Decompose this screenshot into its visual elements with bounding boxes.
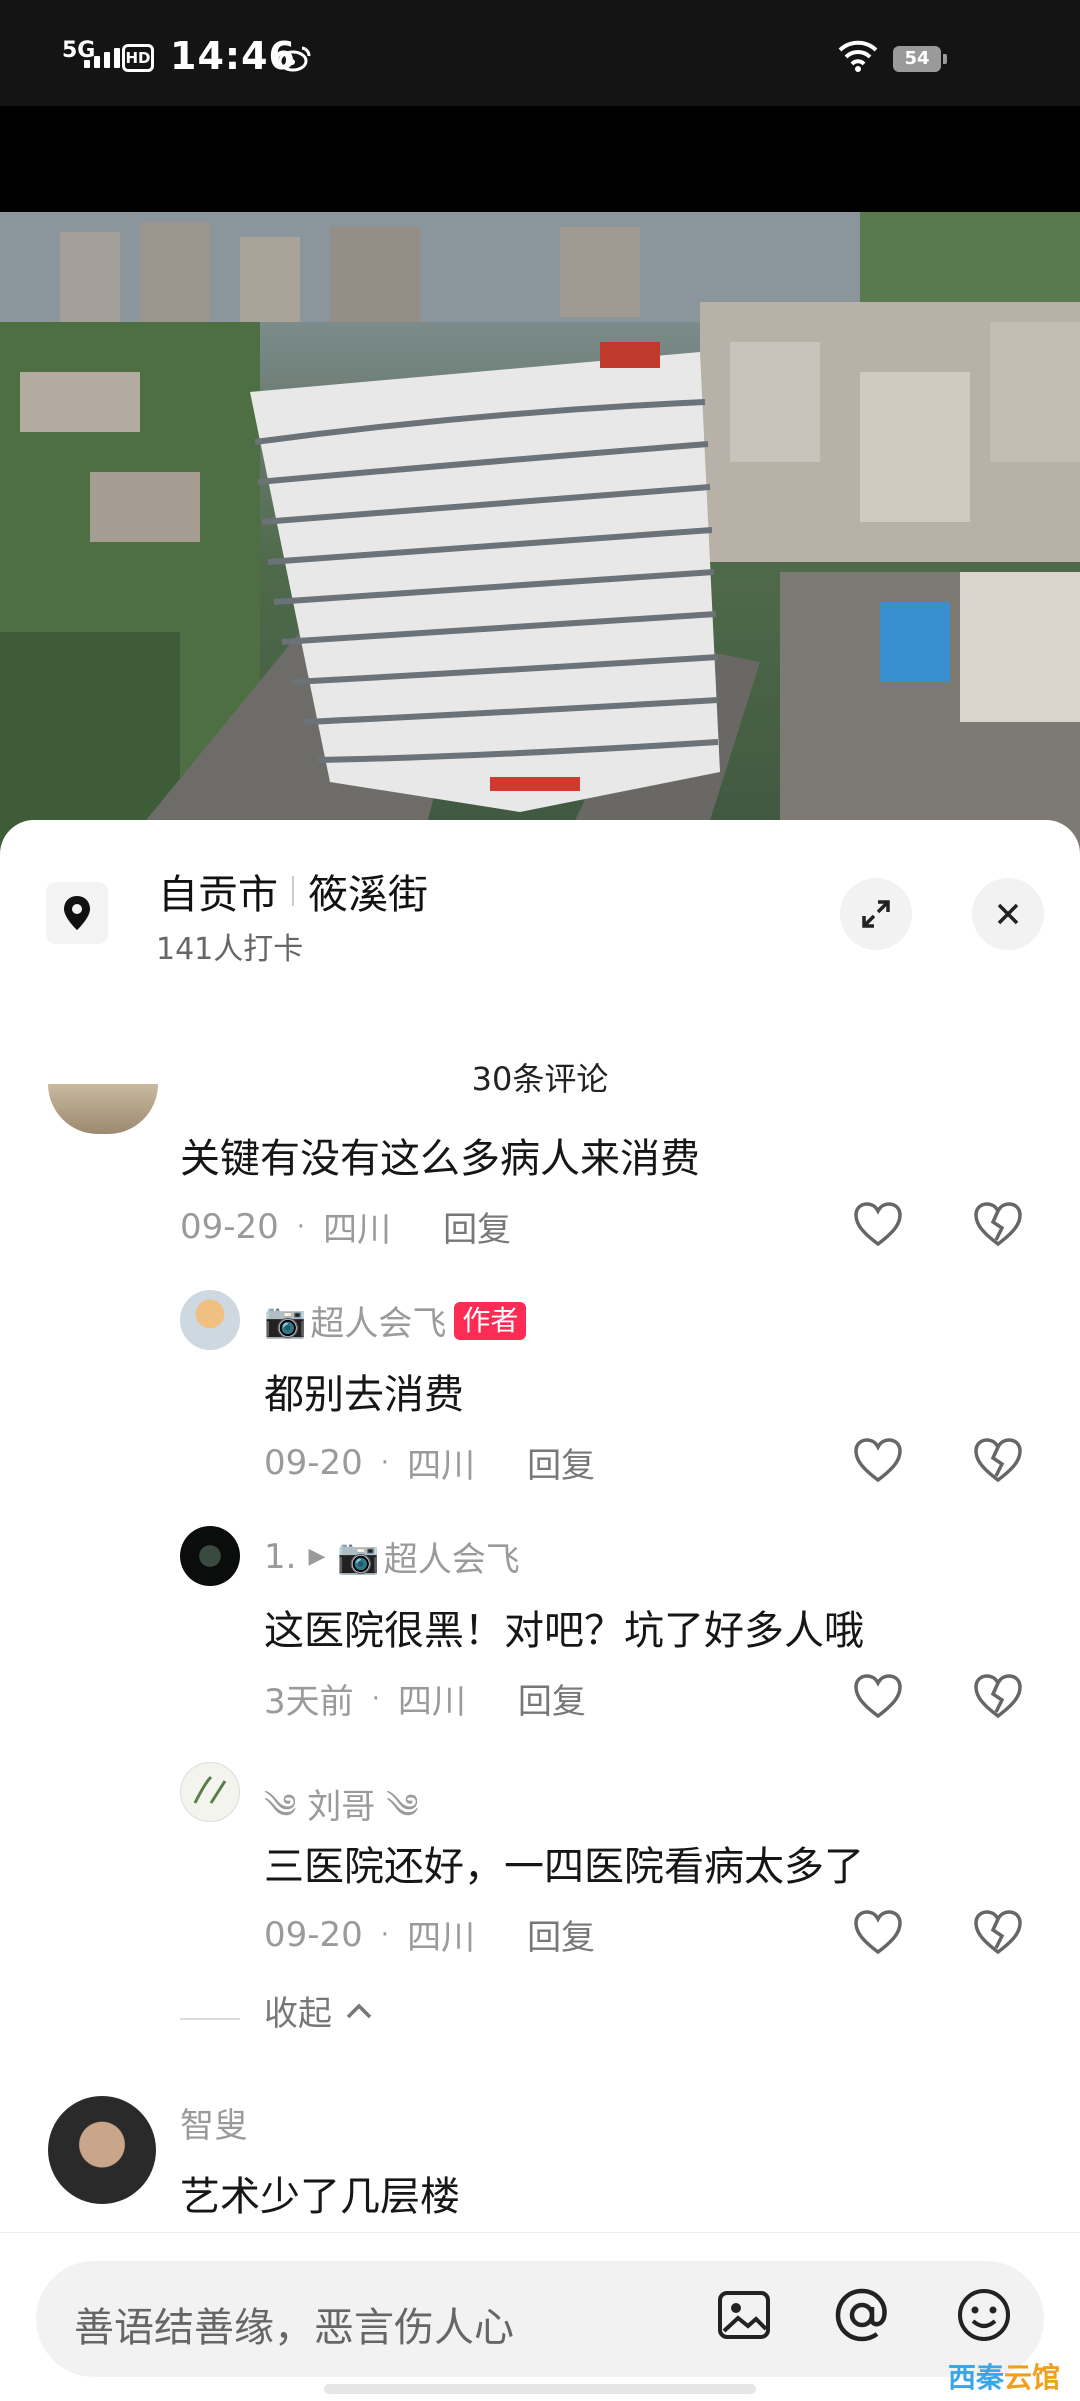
signal-icon (84, 48, 120, 68)
location-street: 筱溪街 (308, 872, 428, 918)
camera-icon: 📷 (337, 1536, 380, 1577)
comment-region: 四川 (323, 1210, 392, 1250)
username: 超人会飞 (310, 1304, 447, 1344)
mention-icon[interactable] (832, 2285, 892, 2345)
avatar[interactable] (180, 1526, 240, 1586)
like-icon[interactable] (852, 1672, 904, 1720)
reply-button[interactable]: 回复 (527, 1438, 595, 1487)
like-icon[interactable] (852, 1436, 904, 1484)
dislike-icon[interactable] (972, 1672, 1024, 1720)
reply-button[interactable]: 回复 (518, 1674, 586, 1723)
comment-user[interactable]: 1. ▶ 📷 超人会飞 (264, 1532, 520, 1581)
collapse-button[interactable]: 收起 (264, 1986, 376, 2035)
comment-date: 09-20 (180, 1206, 279, 1247)
watermark: 西秦云馆 (948, 2356, 1060, 2396)
comment-date: 3天前 (264, 1682, 354, 1722)
wifi-icon (838, 40, 878, 72)
chevron-up-icon (346, 2003, 372, 2018)
location-pin-icon (46, 882, 108, 944)
collapse-divider (180, 2018, 240, 2020)
comment-input-bar: 善语结善缘，恶言伤人心 (0, 2232, 1080, 2401)
image-icon[interactable] (714, 2285, 774, 2345)
status-bar: 5G HD 14:46 54 (0, 0, 1080, 106)
comment-text: 艺术少了几层楼 (180, 2174, 460, 2220)
avatar[interactable] (48, 1084, 158, 1134)
comment-user[interactable]: 智叟 (180, 2098, 248, 2147)
comment-text: 三医院还好，一四医院看病太多了 (264, 1844, 864, 1890)
reply-button[interactable]: 回复 (527, 1910, 595, 1959)
username: 超人会飞 (383, 1540, 520, 1580)
reply-button[interactable]: 回复 (443, 1202, 511, 1251)
emoji-icon[interactable] (954, 2285, 1014, 2345)
comment-date: 09-20 (264, 1914, 363, 1955)
watermark-part1: 西秦 (948, 2361, 1005, 2394)
avatar[interactable] (180, 1290, 240, 1350)
comment-meta: 3天前 · 四川 回复 (264, 1674, 586, 1723)
hospital-aerial-photo[interactable] (0, 212, 1080, 852)
comments-sheet: 自贡市 筱溪街 141人打卡 30条评论 关键有没有这么多病人来消费 09-20… (0, 820, 1080, 2400)
expand-button[interactable] (840, 878, 912, 950)
hd-icon: HD (122, 44, 154, 72)
reply-index: 1. (264, 1536, 297, 1577)
location-title[interactable]: 自贡市 筱溪街 (158, 862, 428, 920)
comment-date: 09-20 (264, 1442, 363, 1483)
like-icon[interactable] (852, 1908, 904, 1956)
collapse-label: 收起 (264, 1994, 332, 2034)
comment-meta: 09-20 · 四川 回复 (264, 1910, 595, 1959)
author-badge: 作者 (454, 1301, 527, 1340)
comment-region: 四川 (407, 1446, 476, 1486)
close-button[interactable] (972, 878, 1044, 950)
avatar[interactable] (48, 2096, 156, 2204)
dislike-icon[interactable] (972, 1200, 1024, 1248)
comment-count: 30条评论 (471, 1060, 609, 1098)
comment-meta: 09-20 · 四川 回复 (180, 1202, 511, 1251)
close-icon (997, 903, 1019, 925)
camera-icon: 📷 (264, 1300, 307, 1341)
comment-text: 都别去消费 (264, 1372, 464, 1418)
expand-icon (862, 900, 890, 928)
checkin-count: 141人打卡 (156, 932, 304, 967)
comment-input-placeholder: 善语结善缘，恶言伤人心 (74, 2305, 514, 2351)
weibo-icon (278, 46, 311, 72)
comment-user[interactable]: 📷 超人会飞 作者 (264, 1296, 527, 1345)
dislike-icon[interactable] (972, 1908, 1024, 1956)
avatar[interactable] (180, 1762, 240, 1822)
video-top-band (0, 106, 1080, 212)
username: 智叟 (180, 2106, 248, 2146)
comment-region: 四川 (407, 1918, 476, 1958)
play-arrow-icon: ▶ (308, 1544, 326, 1569)
battery-icon: 54 (893, 46, 947, 72)
comment-region: 四川 (397, 1682, 466, 1722)
like-icon[interactable] (852, 1200, 904, 1248)
comment-text: 关键有没有这么多病人来消费 (180, 1136, 700, 1182)
comment-meta: 09-20 · 四川 回复 (264, 1438, 595, 1487)
home-indicator[interactable] (324, 2384, 756, 2394)
dislike-icon[interactable] (972, 1436, 1024, 1484)
comment-text: 这医院很黑！对吧？坑了好多人哦 (264, 1608, 864, 1654)
title-divider (292, 876, 294, 906)
location-city: 自贡市 (158, 872, 278, 918)
watermark-part2: 云馆 (1004, 2361, 1061, 2394)
